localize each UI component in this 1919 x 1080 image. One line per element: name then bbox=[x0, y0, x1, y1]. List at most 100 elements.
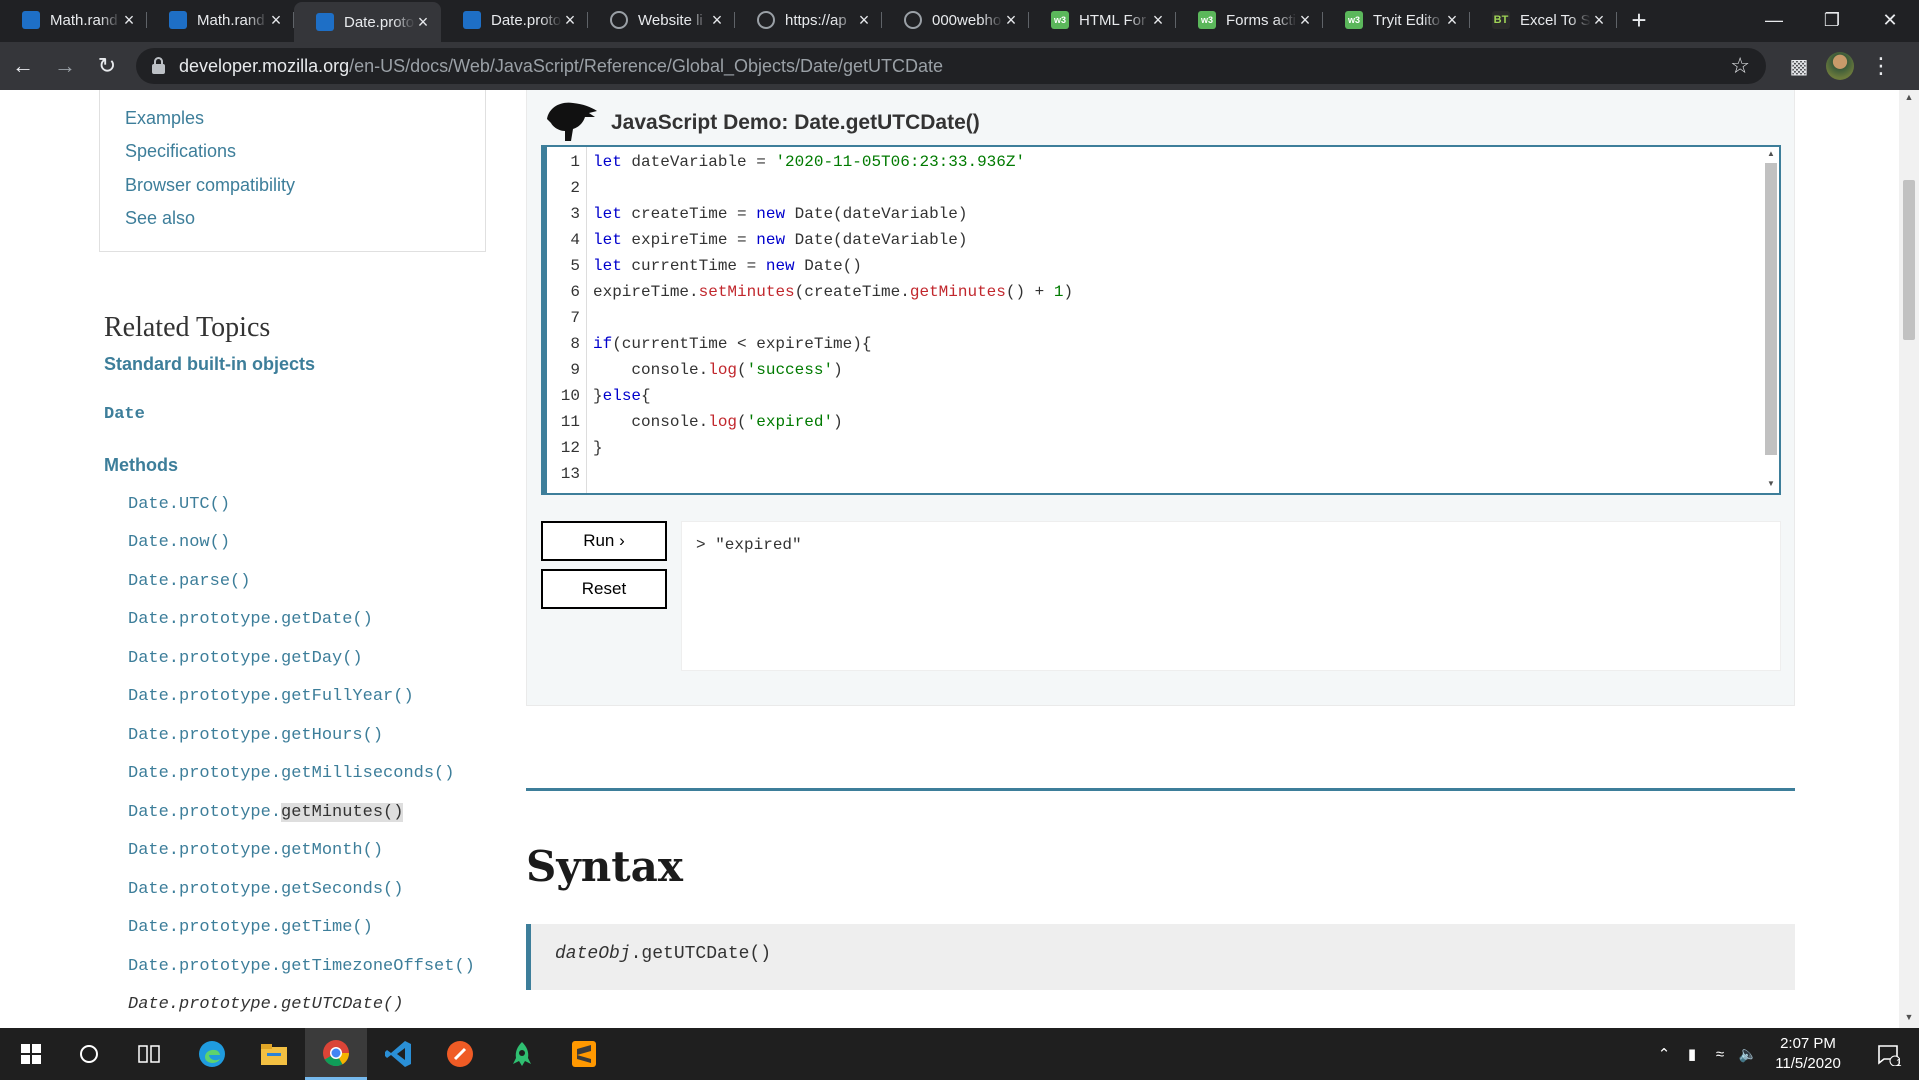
tray-overflow-chevron-icon[interactable]: ⌃ bbox=[1650, 1045, 1678, 1063]
browser-tab[interactable]: Math.rand × bbox=[0, 2, 147, 38]
w3-favicon-icon: w3 bbox=[1345, 11, 1363, 29]
vscode-icon[interactable] bbox=[367, 1028, 429, 1080]
method-link[interactable]: Date.prototype.getMilliseconds() bbox=[128, 764, 454, 783]
minimize-button[interactable]: — bbox=[1745, 0, 1803, 40]
close-tab-icon[interactable]: × bbox=[415, 12, 431, 33]
method-link[interactable]: Date.prototype.getMonth() bbox=[128, 841, 383, 860]
code-line: console.log('success') bbox=[593, 361, 843, 379]
scroll-up-arrow-icon[interactable]: ▲ bbox=[1763, 149, 1779, 158]
tab-title: Date.proto bbox=[344, 13, 415, 31]
close-tab-icon[interactable]: × bbox=[709, 10, 725, 31]
close-tab-icon[interactable]: × bbox=[1150, 10, 1166, 31]
browser-tab[interactable]: w3 HTML For × bbox=[1029, 2, 1176, 38]
method-link[interactable]: Date.prototype.getSeconds() bbox=[128, 880, 403, 899]
page-scrollbar[interactable]: ▲ ▼ bbox=[1899, 90, 1919, 1028]
method-link-highlighted[interactable]: Date.prototype.getMinutes() bbox=[128, 803, 404, 822]
windows-start-icon[interactable] bbox=[0, 1028, 62, 1080]
method-link[interactable]: Date.prototype.getHours() bbox=[128, 726, 383, 745]
method-link[interactable]: Date.prototype.getTimezoneOffset() bbox=[128, 957, 475, 976]
globe-favicon-icon bbox=[757, 11, 775, 29]
taskbar-clock[interactable]: 2:07 PM 11/5/2020 bbox=[1763, 1034, 1853, 1074]
editor-scrollbar[interactable]: ▲ ▼ bbox=[1763, 147, 1779, 493]
page-scroll-thumb[interactable] bbox=[1903, 180, 1915, 340]
code-line: expireTime.setMinutes(createTime.getMinu… bbox=[593, 283, 1074, 301]
close-tab-icon[interactable]: × bbox=[1297, 10, 1313, 31]
forward-button[interactable]: → bbox=[46, 47, 84, 85]
close-tab-icon[interactable]: × bbox=[562, 10, 578, 31]
method-link[interactable]: Date.now() bbox=[128, 533, 230, 552]
extensions-puzzle-icon[interactable]: ▩ bbox=[1780, 54, 1818, 79]
method-link-current[interactable]: Date.prototype.getUTCDate() bbox=[128, 995, 403, 1014]
methods-heading[interactable]: Methods bbox=[104, 455, 178, 476]
system-tray: ⌃ ▮ ≈ 🔈 bbox=[1650, 1028, 1762, 1080]
scroll-down-arrow-icon[interactable]: ▼ bbox=[1899, 1012, 1919, 1022]
browser-tab[interactable]: w3 Tryit Edito × bbox=[1323, 2, 1470, 38]
method-link[interactable]: Date.prototype.getDay() bbox=[128, 649, 363, 668]
line-number: 6 bbox=[570, 283, 580, 301]
profile-avatar[interactable] bbox=[1826, 52, 1854, 80]
scroll-up-arrow-icon[interactable]: ▲ bbox=[1899, 92, 1919, 102]
reset-button[interactable]: Reset bbox=[541, 569, 667, 609]
code-editor[interactable]: 1 2 3 4 5 6 7 8 9 10 11 12 13 let dateVa… bbox=[541, 145, 1781, 495]
method-link[interactable]: Date.parse() bbox=[128, 572, 250, 591]
method-link[interactable]: Date.prototype.getDate() bbox=[128, 610, 373, 629]
bookmark-star-icon[interactable]: ☆ bbox=[1730, 53, 1750, 79]
date-link[interactable]: Date bbox=[104, 405, 145, 424]
method-link[interactable]: Date.prototype.getTime() bbox=[128, 918, 373, 937]
w3-favicon-icon: w3 bbox=[1051, 11, 1069, 29]
chrome-browser-icon[interactable] bbox=[305, 1028, 367, 1080]
notification-center-icon[interactable]: 1 bbox=[1860, 1028, 1916, 1080]
browser-tab[interactable]: https://ap × bbox=[735, 2, 882, 38]
reload-button[interactable]: ↻ bbox=[88, 47, 126, 85]
browser-tab[interactable]: 000webho × bbox=[882, 2, 1029, 38]
syntax-heading: Syntax bbox=[526, 842, 683, 891]
lock-icon[interactable] bbox=[152, 56, 165, 74]
battery-icon[interactable]: ▮ bbox=[1678, 1045, 1706, 1063]
edge-browser-icon[interactable] bbox=[181, 1028, 243, 1080]
editor-scroll-thumb[interactable] bbox=[1765, 163, 1777, 455]
line-number: 9 bbox=[570, 361, 580, 379]
run-button[interactable]: Run › bbox=[541, 521, 667, 561]
close-window-button[interactable]: ✕ bbox=[1861, 0, 1919, 40]
toc-specifications[interactable]: Specifications bbox=[125, 141, 236, 162]
task-view-icon[interactable] bbox=[118, 1028, 180, 1080]
file-explorer-icon[interactable] bbox=[243, 1028, 305, 1080]
sublime-text-icon[interactable] bbox=[553, 1028, 615, 1080]
method-link[interactable]: Date.UTC() bbox=[128, 495, 230, 514]
close-tab-icon[interactable]: × bbox=[121, 10, 137, 31]
search-circle-icon[interactable] bbox=[58, 1028, 120, 1080]
toc-see-also[interactable]: See also bbox=[125, 208, 195, 229]
close-tab-icon[interactable]: × bbox=[1003, 10, 1019, 31]
wifi-icon[interactable]: ≈ bbox=[1706, 1046, 1734, 1063]
selected-text-highlight: getMinutes() bbox=[281, 803, 404, 822]
toc-examples[interactable]: Examples bbox=[125, 108, 204, 129]
back-button[interactable]: ← bbox=[4, 47, 42, 85]
tab-title: 000webho bbox=[932, 11, 1002, 29]
close-tab-icon[interactable]: × bbox=[268, 10, 284, 31]
close-tab-icon[interactable]: × bbox=[1591, 10, 1607, 31]
browser-tab[interactable]: Website li × bbox=[588, 2, 735, 38]
address-bar[interactable]: developer.mozilla.org/en-US/docs/Web/Jav… bbox=[136, 48, 1766, 84]
code-line: let createTime = new Date(dateVariable) bbox=[593, 205, 968, 223]
method-link[interactable]: Date.prototype.getFullYear() bbox=[128, 687, 414, 706]
scroll-down-arrow-icon[interactable]: ▼ bbox=[1763, 479, 1779, 488]
browser-tab[interactable]: Date.proto × bbox=[441, 2, 588, 38]
restore-button[interactable]: ❐ bbox=[1803, 0, 1861, 40]
tab-title: Date.proto bbox=[491, 11, 562, 29]
toc-browser-compatibility[interactable]: Browser compatibility bbox=[125, 175, 295, 196]
browser-tab-active[interactable]: Date.proto × bbox=[294, 2, 441, 42]
menu-kebab-icon[interactable]: ⋮ bbox=[1870, 53, 1892, 79]
standard-built-in-objects-link[interactable]: Standard built-in objects bbox=[104, 354, 315, 375]
gitkraken-icon[interactable] bbox=[491, 1028, 553, 1080]
postman-icon[interactable] bbox=[429, 1028, 491, 1080]
browser-tab[interactable]: w3 Forms acti × bbox=[1176, 2, 1323, 38]
browser-tab[interactable]: BT Excel To S × bbox=[1470, 2, 1617, 38]
globe-favicon-icon bbox=[904, 11, 922, 29]
close-tab-icon[interactable]: × bbox=[1444, 10, 1460, 31]
volume-icon[interactable]: 🔈 bbox=[1734, 1045, 1762, 1063]
demo-title: JavaScript Demo: Date.getUTCDate() bbox=[611, 111, 980, 134]
browser-tab[interactable]: Math.rand × bbox=[147, 2, 294, 38]
close-tab-icon[interactable]: × bbox=[856, 10, 872, 31]
new-tab-button[interactable]: + bbox=[1617, 2, 1661, 38]
interactive-demo: JavaScript Demo: Date.getUTCDate() 1 2 3… bbox=[526, 90, 1795, 706]
